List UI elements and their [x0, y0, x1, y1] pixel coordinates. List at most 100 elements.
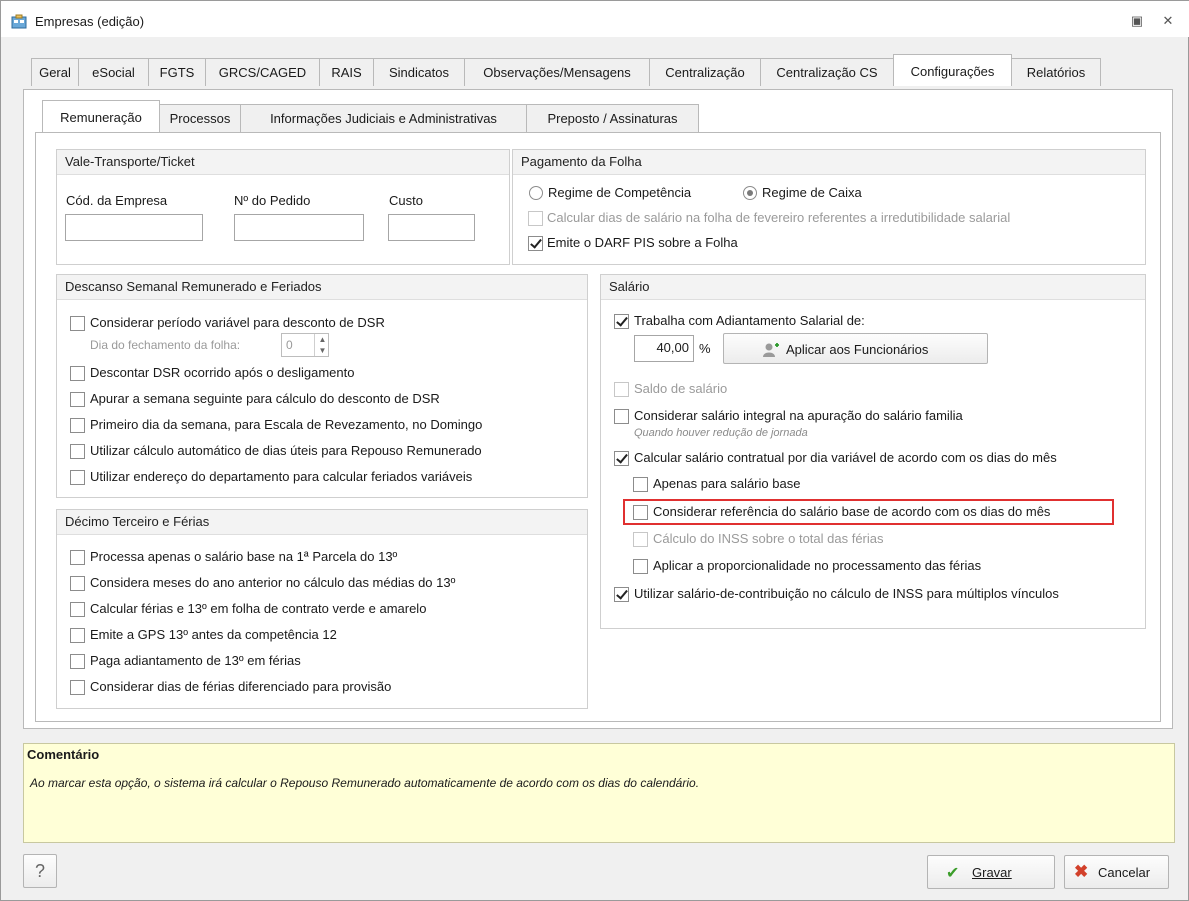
calc-fevereiro-label: Calcular dias de salário na folha de fev… — [547, 210, 1011, 225]
inss-ferias-label: Cálculo do INSS sobre o total das férias — [653, 531, 884, 546]
subtab-remuneracao[interactable]: Remuneração — [42, 100, 160, 132]
darf-pis-label: Emite o DARF PIS sobre a Folha — [547, 235, 738, 250]
group-title: Descanso Semanal Remunerado e Feriados — [57, 275, 587, 300]
tab-rais[interactable]: RAIS — [319, 58, 374, 86]
referencia-salario-label: Considerar referência do salário base de… — [653, 504, 1051, 519]
pedido-label: Nº do Pedido — [234, 193, 311, 208]
apenas-base-checkbox[interactable] — [633, 477, 648, 492]
pagamento-folha-group: Pagamento da Folha Regime de Competência… — [512, 149, 1146, 265]
dia-fechamento-value: 0 — [286, 338, 293, 352]
percent-input[interactable]: 40,00 — [634, 335, 694, 362]
referencia-salario-checkbox[interactable] — [633, 505, 648, 520]
adiantamento-label: Trabalha com Adiantamento Salarial de: — [634, 313, 865, 328]
calc-fevereiro-checkbox[interactable] — [528, 211, 543, 226]
cancel-icon: ✖ — [1074, 862, 1089, 881]
inss-ferias-checkbox[interactable] — [633, 532, 648, 547]
proporcionalidade-checkbox[interactable] — [633, 559, 648, 574]
decimo-option-label: Considerar dias de férias diferenciado p… — [90, 679, 392, 694]
adiantamento-checkbox[interactable] — [614, 314, 629, 329]
salario-contratual-label: Calcular salário contratual por dia vari… — [634, 450, 1057, 465]
tab-centralizacao[interactable]: Centralização — [649, 58, 761, 86]
decimo-option-label: Considera meses do ano anterior no cálcu… — [90, 575, 456, 590]
comment-text: Ao marcar esta opção, o sistema irá calc… — [30, 776, 700, 790]
salario-contribuicao-checkbox[interactable] — [614, 587, 629, 602]
tab-fgts[interactable]: FGTS — [148, 58, 206, 86]
calc-automatico-checkbox[interactable] — [70, 444, 85, 459]
tab-sindicatos[interactable]: Sindicatos — [373, 58, 465, 86]
decimo-option-checkbox[interactable] — [70, 550, 85, 565]
apenas-base-label: Apenas para salário base — [653, 476, 801, 491]
apurar-semana-checkbox[interactable] — [70, 392, 85, 407]
descontar-dsr-label: Descontar DSR ocorrido após o desligamen… — [90, 365, 355, 380]
aplicar-label: Aplicar aos Funcionários — [786, 342, 929, 357]
saldo-salario-checkbox[interactable] — [614, 382, 629, 397]
pedido-input[interactable] — [234, 214, 364, 241]
cod-empresa-label: Cód. da Empresa — [66, 193, 168, 208]
calc-automatico-label: Utilizar cálculo automático de dias útei… — [90, 443, 482, 458]
periodo-variavel-label: Considerar período variável para descont… — [90, 315, 385, 330]
gravar-button[interactable]: ✔ Gravar — [927, 855, 1055, 889]
cod-empresa-input[interactable] — [65, 214, 203, 241]
dialog-window: Empresas (edição) ▣ ✕ Geral eSocial FGTS… — [0, 0, 1189, 901]
darf-pis-checkbox[interactable] — [528, 236, 543, 251]
endereco-departamento-label: Utilizar endereço do departamento para c… — [90, 469, 473, 484]
tab-geral[interactable]: Geral — [31, 58, 79, 86]
descontar-dsr-checkbox[interactable] — [70, 366, 85, 381]
subtab-preposto[interactable]: Preposto / Assinaturas — [526, 104, 699, 132]
close-icon[interactable]: ✕ — [1158, 13, 1178, 31]
subtab-informacoes-judiciais[interactable]: Informações Judiciais e Administrativas — [240, 104, 527, 132]
tab-configuracoes[interactable]: Configurações — [893, 54, 1012, 86]
aplicar-funcionarios-button[interactable]: Aplicar aos Funcionários — [723, 333, 988, 364]
primeiro-dia-label: Primeiro dia da semana, para Escala de R… — [90, 417, 483, 432]
saldo-salario-label: Saldo de salário — [634, 381, 728, 396]
regime-competencia-radio[interactable] — [529, 186, 543, 200]
tab-relatorios[interactable]: Relatórios — [1011, 58, 1101, 86]
spin-arrows-icon[interactable]: ▲ ▼ — [314, 334, 330, 356]
decimo-option-checkbox[interactable] — [70, 654, 85, 669]
periodo-variavel-checkbox[interactable] — [70, 316, 85, 331]
decimo-option-checkbox[interactable] — [70, 680, 85, 695]
salario-integral-checkbox[interactable] — [614, 409, 629, 424]
top-tab-bar: Geral eSocial FGTS GRCS/CAGED RAIS Sindi… — [31, 54, 1161, 90]
salario-integral-label: Considerar salário integral na apuração … — [634, 408, 963, 423]
vale-transporte-group: Vale-Transporte/Ticket Cód. da Empresa N… — [56, 149, 510, 265]
custo-label: Custo — [389, 193, 423, 208]
decimo-option-checkbox[interactable] — [70, 628, 85, 643]
decimo-option-label: Emite a GPS 13º antes da competência 12 — [90, 627, 337, 642]
help-label: ? — [34, 861, 45, 881]
salario-contratual-checkbox[interactable] — [614, 451, 629, 466]
endereco-departamento-checkbox[interactable] — [70, 470, 85, 485]
decimo-option-label: Paga adiantamento de 13º em férias — [90, 653, 301, 668]
tab-centralizacao-cs[interactable]: Centralização CS — [760, 58, 894, 86]
percent-sign: % — [699, 341, 711, 356]
remuneracao-panel: Vale-Transporte/Ticket Cód. da Empresa N… — [35, 132, 1161, 722]
custo-input[interactable] — [388, 214, 475, 241]
decimo-option-checkbox[interactable] — [70, 602, 85, 617]
cancelar-label: Cancelar — [1098, 865, 1151, 880]
dsr-group: Descanso Semanal Remunerado e Feriados C… — [56, 274, 588, 498]
regime-caixa-radio[interactable] — [743, 186, 757, 200]
regime-caixa-label: Regime de Caixa — [762, 185, 862, 200]
help-button[interactable]: ? — [23, 854, 57, 888]
subtab-processos[interactable]: Processos — [159, 104, 241, 132]
tab-grcs-caged[interactable]: GRCS/CAGED — [205, 58, 320, 86]
tab-observacoes[interactable]: Observações/Mensagens — [464, 58, 650, 86]
comment-title: Comentário — [27, 747, 100, 762]
cancelar-button[interactable]: ✖ Cancelar — [1064, 855, 1169, 889]
configuracoes-panel: Remuneração Processos Informações Judici… — [23, 89, 1173, 729]
decimo-option-checkbox[interactable] — [70, 576, 85, 591]
window-title: Empresas (edição) — [35, 14, 145, 29]
group-title: Salário — [601, 275, 1145, 300]
title-bar: Empresas (edição) ▣ ✕ — [1, 7, 1189, 37]
regime-competencia-label: Regime de Competência — [548, 185, 692, 200]
dia-fechamento-spinner[interactable]: 0 ▲ ▼ — [281, 333, 329, 357]
salario-integral-hint: Quando houver redução de jornada — [634, 427, 808, 439]
app-icon — [11, 14, 27, 29]
tab-esocial[interactable]: eSocial — [78, 58, 149, 86]
proporcionalidade-label: Aplicar a proporcionalidade no processam… — [653, 558, 982, 573]
salario-contribuicao-label: Utilizar salário-de-contribuição no cálc… — [634, 586, 1059, 601]
restore-icon[interactable]: ▣ — [1127, 13, 1147, 31]
check-icon: ✔ — [946, 865, 960, 882]
group-title: Pagamento da Folha — [513, 150, 1145, 175]
primeiro-dia-checkbox[interactable] — [70, 418, 85, 433]
